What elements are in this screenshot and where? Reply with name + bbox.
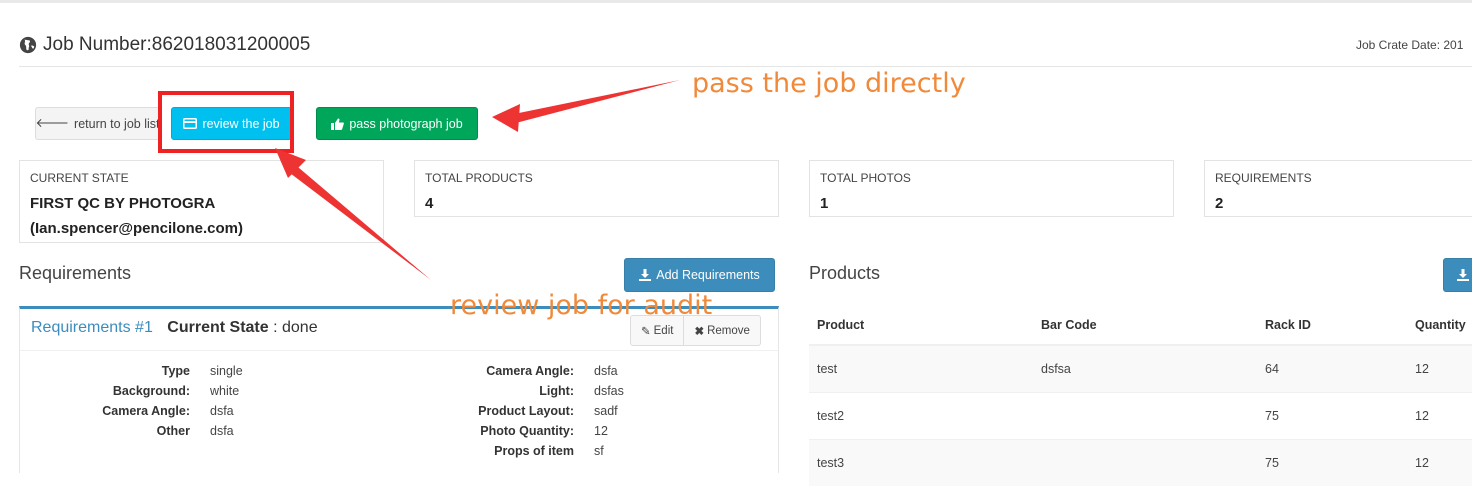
products-section-title: Products bbox=[809, 263, 880, 284]
table-row: test2 75 12 bbox=[809, 393, 1472, 440]
products-table: Product Bar Code Rack ID Quantity test d… bbox=[809, 306, 1472, 486]
requirements-count-box: REQUIREMENTS 2 bbox=[1204, 160, 1472, 217]
current-state-label: CURRENT STATE bbox=[30, 171, 129, 185]
pass-annotation-note: pass the job directly bbox=[692, 68, 966, 99]
current-state-line2: (Ian.spencer@pencilone.com) bbox=[30, 216, 243, 241]
detail-key: Camera Angle: bbox=[486, 361, 574, 381]
globe-icon bbox=[19, 36, 37, 54]
column-header: Product bbox=[809, 306, 1033, 345]
quantity-cell: 12 bbox=[1407, 393, 1472, 440]
detail-value: 12 bbox=[594, 421, 608, 441]
detail-key: Type bbox=[162, 361, 190, 381]
total-products-value: 4 bbox=[425, 191, 433, 216]
remove-label: Remove bbox=[707, 325, 750, 337]
current-state-box: CURRENT STATE FIRST QC BY PHOTOGRA (Ian.… bbox=[19, 160, 384, 243]
column-header: Bar Code bbox=[1033, 306, 1257, 345]
quantity-cell: 12 bbox=[1407, 440, 1472, 486]
detail-key: Light: bbox=[539, 381, 574, 401]
quantity-cell: 12 bbox=[1407, 345, 1472, 393]
rack-id-cell: 64 bbox=[1257, 345, 1407, 393]
review-annotation-note: review job for audit bbox=[450, 290, 712, 321]
arrow-left-icon: 🡐 bbox=[36, 116, 70, 131]
panel-divider bbox=[20, 350, 778, 351]
detail-value: sadf bbox=[594, 401, 618, 421]
product-cell: test2 bbox=[809, 393, 1033, 440]
detail-key: Photo Quantity: bbox=[480, 421, 574, 441]
detail-value: single bbox=[210, 361, 243, 381]
return-to-job-list-button[interactable]: 🡐 return to job list bbox=[35, 107, 160, 140]
requirement-title-link[interactable]: Requirements #1 bbox=[31, 319, 153, 336]
detail-key: Props of item bbox=[494, 441, 574, 461]
table-row: test dsfsa 64 12 bbox=[809, 345, 1472, 393]
requirement-header: Requirements #1 Current State : done bbox=[31, 319, 318, 337]
detail-value: dsfa bbox=[210, 401, 234, 421]
requirements-count-value: 2 bbox=[1215, 191, 1223, 216]
pass-photograph-job-button[interactable]: pass photograph job bbox=[316, 107, 478, 140]
detail-value: sf bbox=[594, 441, 604, 461]
page-title: Job Number:862018031200005 bbox=[19, 34, 310, 56]
job-crate-date: Job Crate Date: 201 bbox=[1356, 38, 1463, 52]
table-row: test3 75 12 bbox=[809, 440, 1472, 486]
rack-id-cell: 75 bbox=[1257, 393, 1407, 440]
detail-value: dsfas bbox=[594, 381, 624, 401]
detail-value: dsfa bbox=[210, 421, 234, 441]
job-number: Job Number:862018031200005 bbox=[43, 34, 310, 56]
thumbs-up-icon bbox=[331, 118, 344, 130]
detail-key: Background: bbox=[113, 381, 190, 401]
edit-label: Edit bbox=[654, 325, 674, 337]
table-header-row: Product Bar Code Rack ID Quantity bbox=[809, 306, 1472, 345]
barcode-cell bbox=[1033, 440, 1257, 486]
total-photos-box: TOTAL PHOTOS 1 bbox=[809, 160, 1174, 217]
highlight-box bbox=[158, 91, 294, 153]
detail-value: white bbox=[210, 381, 239, 401]
product-cell: test bbox=[809, 345, 1033, 393]
detail-key: Camera Angle: bbox=[102, 401, 190, 421]
product-cell: test3 bbox=[809, 440, 1033, 486]
rack-id-cell: 75 bbox=[1257, 440, 1407, 486]
arrow-to-pass-button bbox=[492, 80, 680, 132]
total-products-box: TOTAL PRODUCTS 4 bbox=[414, 160, 779, 217]
total-products-label: TOTAL PRODUCTS bbox=[425, 171, 533, 185]
download-icon bbox=[639, 269, 651, 281]
download-icon bbox=[1457, 269, 1469, 281]
add-requirements-label: Add Requirements bbox=[656, 268, 760, 282]
barcode-cell: dsfsa bbox=[1033, 345, 1257, 393]
close-icon: ✖ bbox=[694, 324, 704, 338]
current-state-line1: FIRST QC BY PHOTOGRA bbox=[30, 191, 243, 216]
detail-value: dsfa bbox=[594, 361, 618, 381]
add-products-button[interactable] bbox=[1443, 258, 1472, 292]
total-photos-label: TOTAL PHOTOS bbox=[820, 171, 911, 185]
header-divider bbox=[19, 66, 1472, 67]
pass-label: pass photograph job bbox=[349, 117, 462, 131]
detail-key: Product Layout: bbox=[478, 401, 574, 421]
total-photos-value: 1 bbox=[820, 191, 828, 216]
pencil-icon: ✎ bbox=[641, 324, 651, 338]
column-header: Quantity bbox=[1407, 306, 1472, 345]
detail-key: Other bbox=[157, 421, 190, 441]
requirement-state-label: Current State bbox=[167, 319, 268, 336]
requirement-state-value: : done bbox=[269, 319, 318, 336]
top-border bbox=[0, 0, 1472, 3]
current-state-value: FIRST QC BY PHOTOGRA (Ian.spencer@pencil… bbox=[30, 191, 243, 241]
requirements-section-title: Requirements bbox=[19, 263, 131, 284]
add-requirements-button[interactable]: Add Requirements bbox=[624, 258, 775, 292]
column-header: Rack ID bbox=[1257, 306, 1407, 345]
requirements-count-label: REQUIREMENTS bbox=[1215, 171, 1312, 185]
return-label: return to job list bbox=[74, 117, 159, 131]
barcode-cell bbox=[1033, 393, 1257, 440]
